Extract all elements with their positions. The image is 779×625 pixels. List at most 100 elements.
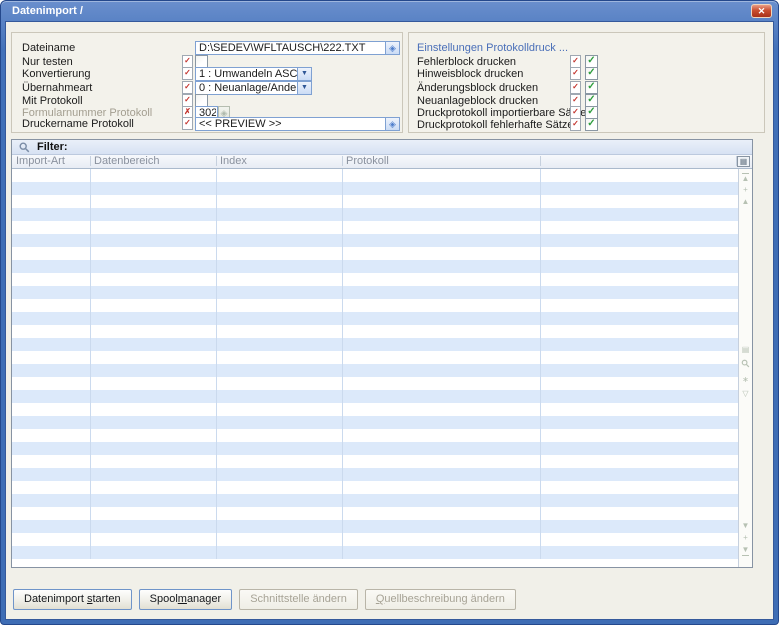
druckprotokoll-fehlerhaft-label: Druckprotokoll fehlerhafte Sätze <box>417 119 574 131</box>
konvertierung-edit-icon[interactable]: ✓ <box>182 67 193 80</box>
grid-columns-button[interactable]: ▤ <box>739 345 752 355</box>
schnittstelle-aendern-button[interactable]: Schnittstelle ändern <box>239 589 358 610</box>
button-label: uellbeschreibung ändern <box>384 593 504 605</box>
button-label: Spool <box>150 593 178 605</box>
konvertierung-value: 1 : Umwandeln ASCII/ANSI <box>199 69 297 80</box>
column-header-import-art[interactable]: Import-Art <box>16 156 65 167</box>
hinweisblock-edit-icon[interactable]: ✓ <box>570 67 581 80</box>
table-body[interactable] <box>12 169 738 567</box>
quellbeschreibung-aendern-button[interactable]: Quellbeschreibung ändern <box>365 589 516 610</box>
column-header-datenbereich[interactable]: Datenbereich <box>94 156 159 167</box>
aenderungsblock-label: Änderungsblock drucken <box>417 82 538 94</box>
button-label: Schnittstelle ändern <box>250 593 347 605</box>
protokolldruck-settings-link[interactable]: Einstellungen Protokolldruck ... <box>417 42 568 54</box>
button-accesskey: m <box>178 593 187 605</box>
grid-aggregate-button[interactable]: ∗ <box>739 375 752 385</box>
dropdown-arrow-icon: ▼ <box>298 82 311 94</box>
dateiname-value: D:\SEDEV\WFLTAUSCH\222.TXT <box>199 43 385 54</box>
edit-check-icon: ✓ <box>571 107 580 117</box>
scroll-up-icon: ▲ <box>742 197 750 206</box>
hinweisblock-checkbox[interactable]: ✓ <box>585 67 598 80</box>
table-header: Import-Art Datenbereich Index Protokoll … <box>12 155 752 169</box>
edit-check-icon: ✓ <box>183 68 192 78</box>
page-down-icon: + <box>743 533 748 542</box>
import-settings-group: Dateiname D:\SEDEV\WFLTAUSCH\222.TXT ◈ N… <box>11 32 403 133</box>
uebernahmeart-edit-icon[interactable]: ✓ <box>182 81 193 94</box>
form-row-druckername: Druckername Protokoll ✓ << PREVIEW >> ◈ <box>12 117 402 131</box>
filter-search-icon <box>19 142 30 153</box>
form-row-konvertierung: Konvertierung ✓ 1 : Umwandeln ASCII/ANSI… <box>12 67 402 81</box>
druckername-edit-icon[interactable]: ✓ <box>182 117 193 130</box>
konvertierung-select[interactable]: 1 : Umwandeln ASCII/ANSI ▼ <box>195 67 312 81</box>
picker-diamond-icon: ◈ <box>386 42 399 54</box>
form-row-dateiname: Dateiname D:\SEDEV\WFLTAUSCH\222.TXT ◈ <box>12 41 402 55</box>
aenderungsblock-checkbox[interactable]: ✓ <box>585 81 598 94</box>
scroll-top-button[interactable]: ▲ <box>739 173 752 184</box>
edit-check-icon: ✓ <box>571 56 580 66</box>
grid-search-icon <box>741 359 750 368</box>
grid-filter-icon: ▽ <box>742 389 748 398</box>
close-icon: ✕ <box>752 5 771 17</box>
dropdown-arrow-icon: ▼ <box>298 68 311 80</box>
scroll-up-button[interactable]: ▲ <box>739 197 752 207</box>
scroll-bottom-button[interactable]: ▼ <box>739 545 752 556</box>
scroll-down-button[interactable]: ▼ <box>739 521 752 531</box>
filter-panel: Filter: Import-Art Datenbereich Index Pr… <box>11 139 753 568</box>
edit-cross-icon: ✗ <box>183 107 192 117</box>
uebernahmeart-select[interactable]: 0 : Neuanlage/Änderung ▼ <box>195 81 312 95</box>
form-row-aenderungsblock: Änderungsblock drucken ✓ ✓ <box>409 81 764 95</box>
konvertierung-dropdown-button[interactable]: ▼ <box>297 68 311 80</box>
dialog-content: Dateiname D:\SEDEV\WFLTAUSCH\222.TXT ◈ N… <box>5 21 774 620</box>
form-row-hinweisblock: Hinweisblock drucken ✓ ✓ <box>409 67 764 81</box>
page-down-button[interactable]: + <box>739 533 752 543</box>
edit-check-icon: ✓ <box>183 118 192 128</box>
filter-bar: Filter: <box>12 140 752 155</box>
edit-check-icon: ✓ <box>183 56 192 66</box>
grid-search-button[interactable] <box>739 359 752 371</box>
grid-filter-button[interactable]: ▽ <box>739 389 752 399</box>
page-up-button[interactable]: + <box>739 185 752 195</box>
close-button[interactable]: ✕ <box>751 4 772 18</box>
grid-nav-strip: ▲ + ▲ ▤ ∗ ▽ ▼ + ▼ <box>738 169 752 567</box>
edit-check-icon: ✓ <box>183 95 192 105</box>
column-chooser-button[interactable]: ▦ <box>737 156 750 167</box>
dateiname-input[interactable]: D:\SEDEV\WFLTAUSCH\222.TXT ◈ <box>195 41 400 55</box>
grid-aggregate-icon: ∗ <box>742 375 749 384</box>
column-gridline <box>540 169 541 559</box>
grid-columns-icon: ▤ <box>742 345 750 354</box>
druckername-input[interactable]: << PREVIEW >> ◈ <box>195 117 400 131</box>
druckername-value: << PREVIEW >> <box>199 119 385 130</box>
checkbox-check-icon: ✓ <box>586 68 597 78</box>
dateiname-picker-button[interactable]: ◈ <box>385 42 399 54</box>
aenderungsblock-edit-icon[interactable]: ✓ <box>570 81 581 94</box>
button-label: tarten <box>92 593 120 605</box>
druckprotokoll-fehlerhaft-edit-icon[interactable]: ✓ <box>570 118 581 131</box>
dialog-window: Datenimport / ✕ Dateiname D:\SEDEV\WFLTA… <box>0 0 779 625</box>
protocol-print-group: Einstellungen Protokolldruck ... Fehlerb… <box>408 32 765 133</box>
konvertierung-label: Konvertierung <box>22 68 91 80</box>
druckprotokoll-fehlerhaft-checkbox[interactable]: ✓ <box>585 118 598 131</box>
edit-check-icon: ✓ <box>571 68 580 78</box>
scroll-bottom-icon: ▼ <box>742 545 750 556</box>
title-bar[interactable]: Datenimport / ✕ <box>1 1 778 21</box>
checkbox-check-icon: ✓ <box>586 82 597 92</box>
button-label: anager <box>187 593 221 605</box>
uebernahmeart-dropdown-button[interactable]: ▼ <box>297 82 311 94</box>
edit-check-icon: ✓ <box>571 119 580 129</box>
checkbox-check-icon: ✓ <box>586 56 597 66</box>
column-header-index[interactable]: Index <box>220 156 247 167</box>
column-gridline <box>342 169 343 559</box>
edit-check-icon: ✓ <box>183 82 192 92</box>
button-label: Datenimport <box>24 593 87 605</box>
druckername-label: Druckername Protokoll <box>22 118 134 130</box>
datenimport-starten-button[interactable]: Datenimport starten <box>13 589 132 610</box>
column-header-protokoll[interactable]: Protokoll <box>346 156 389 167</box>
spoolmanager-button[interactable]: Spoolmanager <box>139 589 233 610</box>
page-up-icon: + <box>743 185 748 194</box>
druckername-picker-button[interactable]: ◈ <box>385 118 399 130</box>
checkbox-check-icon: ✓ <box>586 95 597 105</box>
form-row-uebernahmeart: Übernahmeart ✓ 0 : Neuanlage/Änderung ▼ <box>12 81 402 95</box>
hinweisblock-label: Hinweisblock drucken <box>417 68 523 80</box>
uebernahmeart-label: Übernahmeart <box>22 82 92 94</box>
picker-diamond-icon: ◈ <box>386 118 399 130</box>
